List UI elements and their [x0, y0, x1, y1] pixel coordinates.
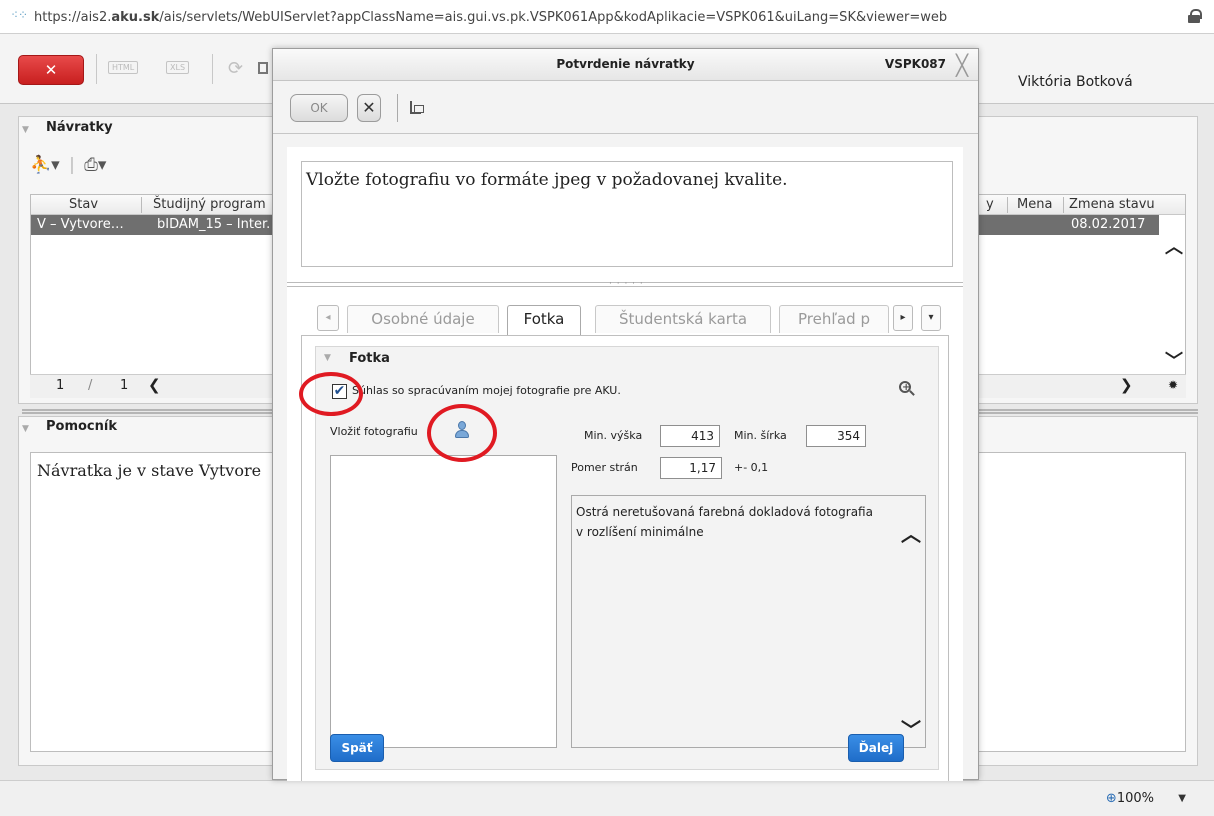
settings-gear-icon[interactable]: ✹ [1168, 378, 1178, 392]
navratky-title: Návratky [46, 120, 113, 135]
run-action-icon[interactable]: ⛹▾ [30, 155, 60, 175]
export-html-button[interactable]: HTML [108, 61, 139, 74]
pager-total: 1 [120, 378, 129, 393]
help-text: Návratka je v stave Vytvore [37, 461, 262, 480]
dialog-toolbar: OK ✕ [273, 82, 978, 134]
cell-program: bIDAM_15 – Inter. [157, 217, 271, 232]
table-scrollbar[interactable]: ︿ ﹀ [1159, 215, 1185, 375]
collapse-triangle-icon[interactable]: ▼ [324, 353, 331, 363]
lock-icon [1188, 9, 1202, 23]
status-bar: ⊕100% ▼ [0, 780, 1214, 816]
cell-zmena: 08.02.2017 [1071, 217, 1146, 232]
cell-stav: V – Vytvore… [37, 217, 124, 232]
scroll-up-icon[interactable]: ︿ [1165, 233, 1183, 259]
tab-prehlad[interactable]: Prehľad p [779, 305, 889, 333]
close-icon[interactable]: ╳ [956, 53, 968, 77]
url-prefix: https://ais2. [34, 10, 112, 25]
min-height-label: Min. výška [584, 429, 643, 442]
fotka-title: Fotka [349, 351, 390, 366]
zoom-in-icon[interactable]: + [898, 379, 916, 399]
ratio-tolerance: +- 0,1 [734, 461, 769, 474]
tab-list-dropdown-icon[interactable]: ▾ [921, 305, 941, 331]
toolbar-separator [397, 94, 398, 122]
tabs-area: ◂ Osobné údaje Fotka Študentská karta Pr… [287, 293, 963, 781]
browser-address-bar[interactable]: ⁖⁘ https://ais2.aku.sk/ais/servlets/WebU… [0, 0, 1214, 34]
fotka-panel: ▼ Fotka ✔ Súhlas so spracúvaním mojej fo… [315, 346, 939, 770]
annotation-ellipse-upload [427, 404, 497, 462]
scroll-down-icon[interactable]: ﹀ [901, 714, 921, 743]
pager-current[interactable]: 1 [56, 378, 64, 393]
tab-studentska-karta[interactable]: Študentská karta [595, 305, 771, 333]
confirm-dialog: Potvrdenie návratky VSPK087 ╳ OK ✕ Vložt… [272, 48, 979, 781]
description-box[interactable]: Ostrá neretušovaná farebná dokladová fot… [571, 495, 926, 748]
min-width-field[interactable]: 354 [806, 425, 866, 447]
print-icon[interactable]: ⎙▾ [84, 155, 106, 175]
message-box: Vložte fotografiu vo formáte jpeg v poža… [301, 161, 953, 267]
refresh-icon[interactable]: ⟳ [228, 58, 243, 79]
url-domain: aku.sk [111, 10, 160, 25]
site-favicon-icon: ⁖⁘ [11, 8, 29, 22]
message-text: Vložte fotografiu vo formáte jpeg v poža… [306, 170, 788, 190]
min-width-label: Min. šírka [734, 429, 787, 442]
dialog-title: Potvrdenie návratky [556, 57, 695, 71]
close-app-button[interactable]: ✕ [18, 55, 84, 85]
ratio-field[interactable]: 1,17 [660, 457, 722, 479]
user-name[interactable]: Viktória Botková [1018, 74, 1133, 90]
pager-separator: / [88, 378, 93, 393]
min-height-field[interactable]: 413 [660, 425, 720, 447]
zoom-icon: ⊕ [1105, 791, 1117, 806]
zoom-dropdown-icon[interactable]: ▼ [1178, 793, 1186, 804]
zoom-plus: + [902, 382, 911, 393]
column-separator[interactable] [1063, 197, 1064, 213]
back-button[interactable]: Späť [330, 734, 384, 762]
url-rest: /ais/servlets/WebUIServlet?appClassName=… [159, 10, 948, 25]
cancel-button[interactable]: ✕ [357, 94, 381, 122]
description-text: Ostrá neretušovaná farebná dokladová fot… [576, 505, 873, 539]
ok-button[interactable]: OK [290, 94, 348, 122]
tab-fotka[interactable]: Fotka [507, 305, 581, 335]
zoom-handle [909, 390, 915, 396]
tab-scroll-left-icon[interactable]: ◂ [317, 305, 339, 331]
splitter-grip[interactable]: · · · · · [609, 279, 644, 289]
pager-prev-icon[interactable]: ❮ [148, 376, 161, 394]
tab-scroll-right-icon[interactable]: ▸ [893, 305, 913, 331]
scroll-down-icon[interactable]: ﹀ [1165, 347, 1183, 373]
fotka-tab-body: ▼ Fotka ✔ Súhlas so spracúvaním mojej fo… [301, 335, 949, 781]
toolbar-separator [212, 54, 213, 84]
collapse-triangle-icon[interactable]: ▼ [22, 424, 29, 434]
ratio-label: Pomer strán [571, 461, 638, 474]
dialog-code: VSPK087 [884, 57, 946, 71]
photo-preview[interactable] [330, 455, 557, 748]
export-xls-button[interactable]: XLS [166, 61, 190, 74]
dialog-titlebar[interactable]: Potvrdenie návratky VSPK087 ╳ [273, 49, 978, 81]
collapse-triangle-icon[interactable]: ▼ [22, 125, 29, 135]
consent-label[interactable]: Súhlas so spracúvaním mojej fotografie p… [352, 384, 621, 397]
toolbar-separator [96, 54, 97, 84]
tab-osobne-udaje[interactable]: Osobné údaje [347, 305, 499, 333]
layout-icon[interactable] [410, 101, 424, 114]
next-button[interactable]: Ďalej [848, 734, 904, 762]
url-text[interactable]: https://ais2.aku.sk/ais/servlets/WebUISe… [34, 10, 947, 25]
navratky-actions: ⛹▾ | ⎙▾ [30, 155, 106, 175]
column-header-zmena[interactable]: Zmena stavu [1069, 195, 1161, 215]
column-separator[interactable] [1007, 197, 1008, 213]
column-header-y[interactable]: y [986, 195, 996, 215]
column-header-mena[interactable]: Mena [1017, 195, 1057, 215]
layout-icon[interactable] [258, 62, 268, 74]
insert-photo-label: Vložiť fotografiu [330, 425, 418, 438]
column-header-program[interactable]: Študijný program [153, 195, 273, 215]
scroll-up-icon[interactable]: ︿ [901, 518, 921, 547]
zoom-value: 100% [1116, 791, 1154, 806]
toolbar-separator: | [69, 155, 75, 175]
pager-next-icon[interactable]: ❯ [1120, 376, 1133, 394]
column-header-stav[interactable]: Stav [69, 195, 129, 215]
column-separator[interactable] [141, 197, 142, 213]
pomocnik-title: Pomocník [46, 419, 117, 434]
annotation-ellipse-checkbox [299, 372, 363, 416]
zoom-level[interactable]: ⊕100% [1106, 791, 1154, 806]
